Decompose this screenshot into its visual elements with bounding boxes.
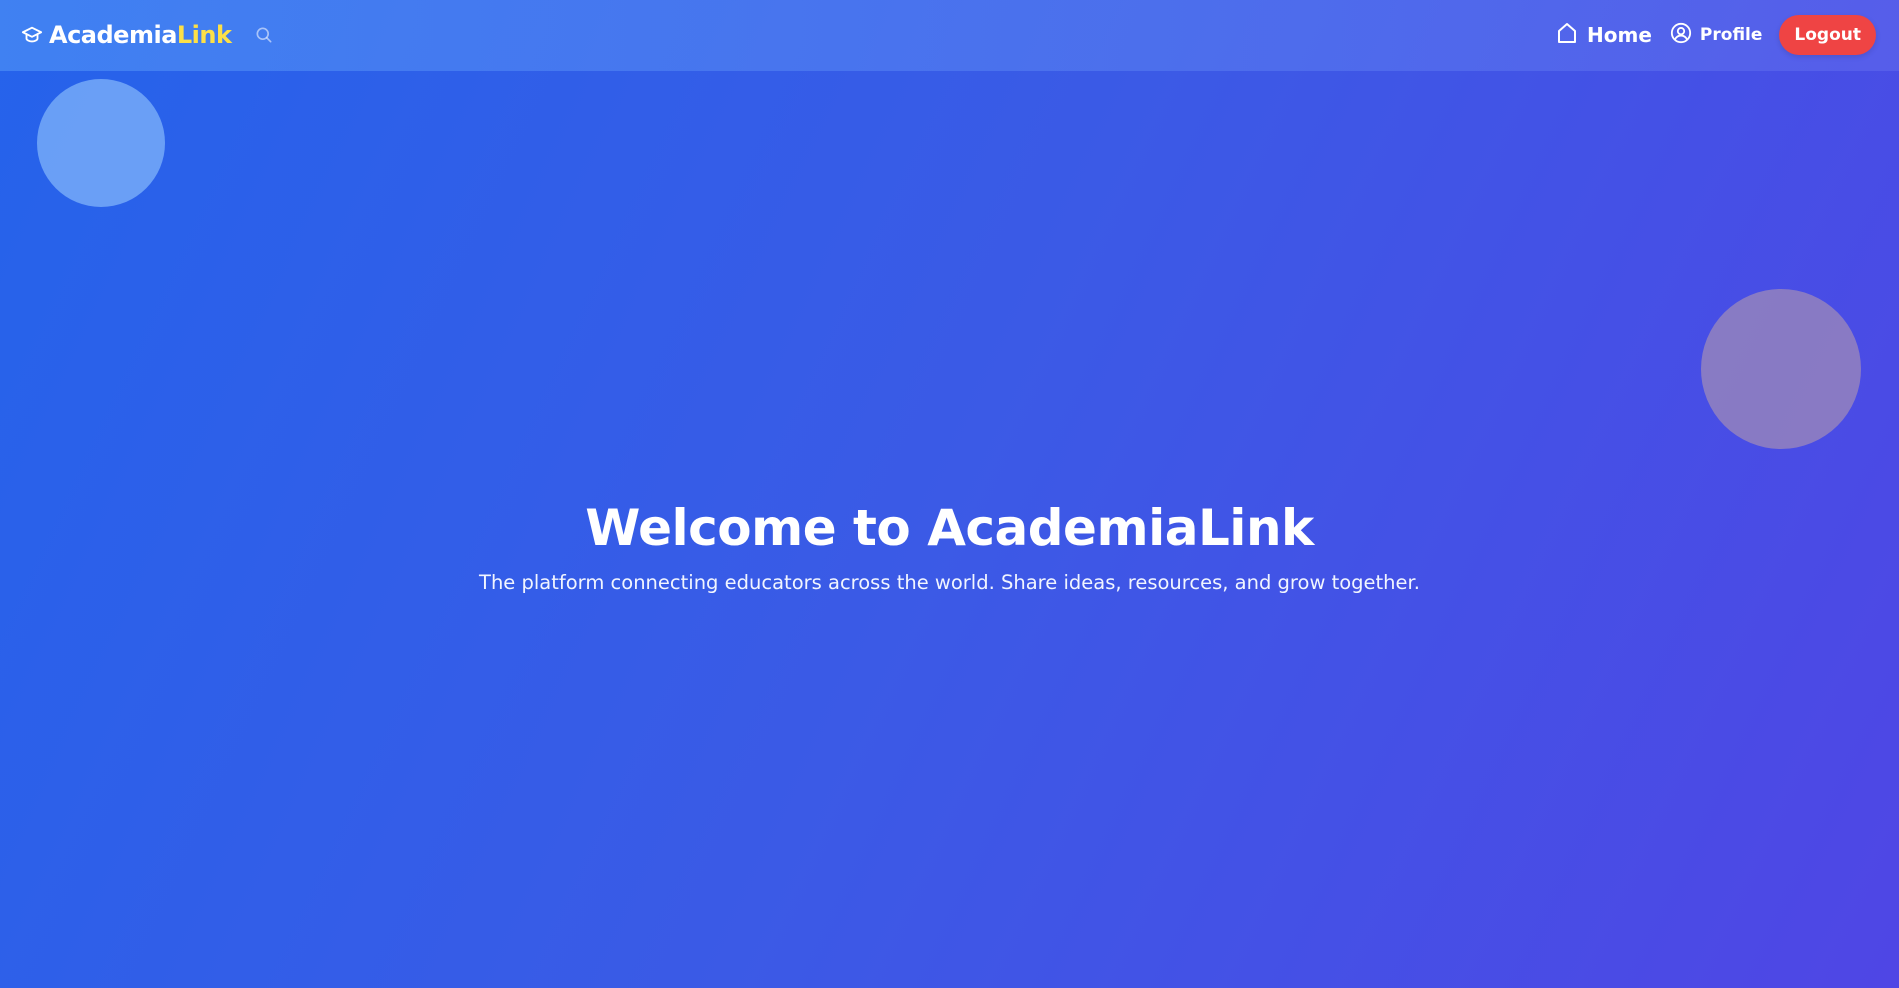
nav-home-label: Home (1587, 23, 1652, 47)
decorative-circle-right (1701, 289, 1861, 449)
home-icon (1555, 21, 1579, 50)
decorative-circle-left (37, 79, 165, 207)
nav-links: Home Profile Logout (1555, 15, 1876, 55)
hero-section: Welcome to AcademiaLink The platform con… (0, 490, 1899, 600)
hero-title: Welcome to AcademiaLink (585, 499, 1314, 557)
nav-profile-label: Profile (1699, 25, 1763, 45)
search-icon[interactable] (254, 25, 274, 45)
brand-name: AcademiaLink (49, 21, 232, 49)
brand-name-accent: Link (176, 21, 232, 49)
brand-name-primary: Academia (49, 21, 177, 49)
brand-logo[interactable]: AcademiaLink (21, 18, 232, 52)
graduation-cap-icon (21, 24, 43, 46)
nav-profile-link[interactable]: Profile (1670, 22, 1762, 49)
logout-button[interactable]: Logout (1779, 15, 1876, 55)
top-navbar: AcademiaLink Home Profile Logout (0, 0, 1899, 71)
nav-home-link[interactable]: Home (1555, 21, 1652, 50)
user-circle-icon (1670, 22, 1692, 49)
hero-subtitle: The platform connecting educators across… (479, 571, 1420, 594)
